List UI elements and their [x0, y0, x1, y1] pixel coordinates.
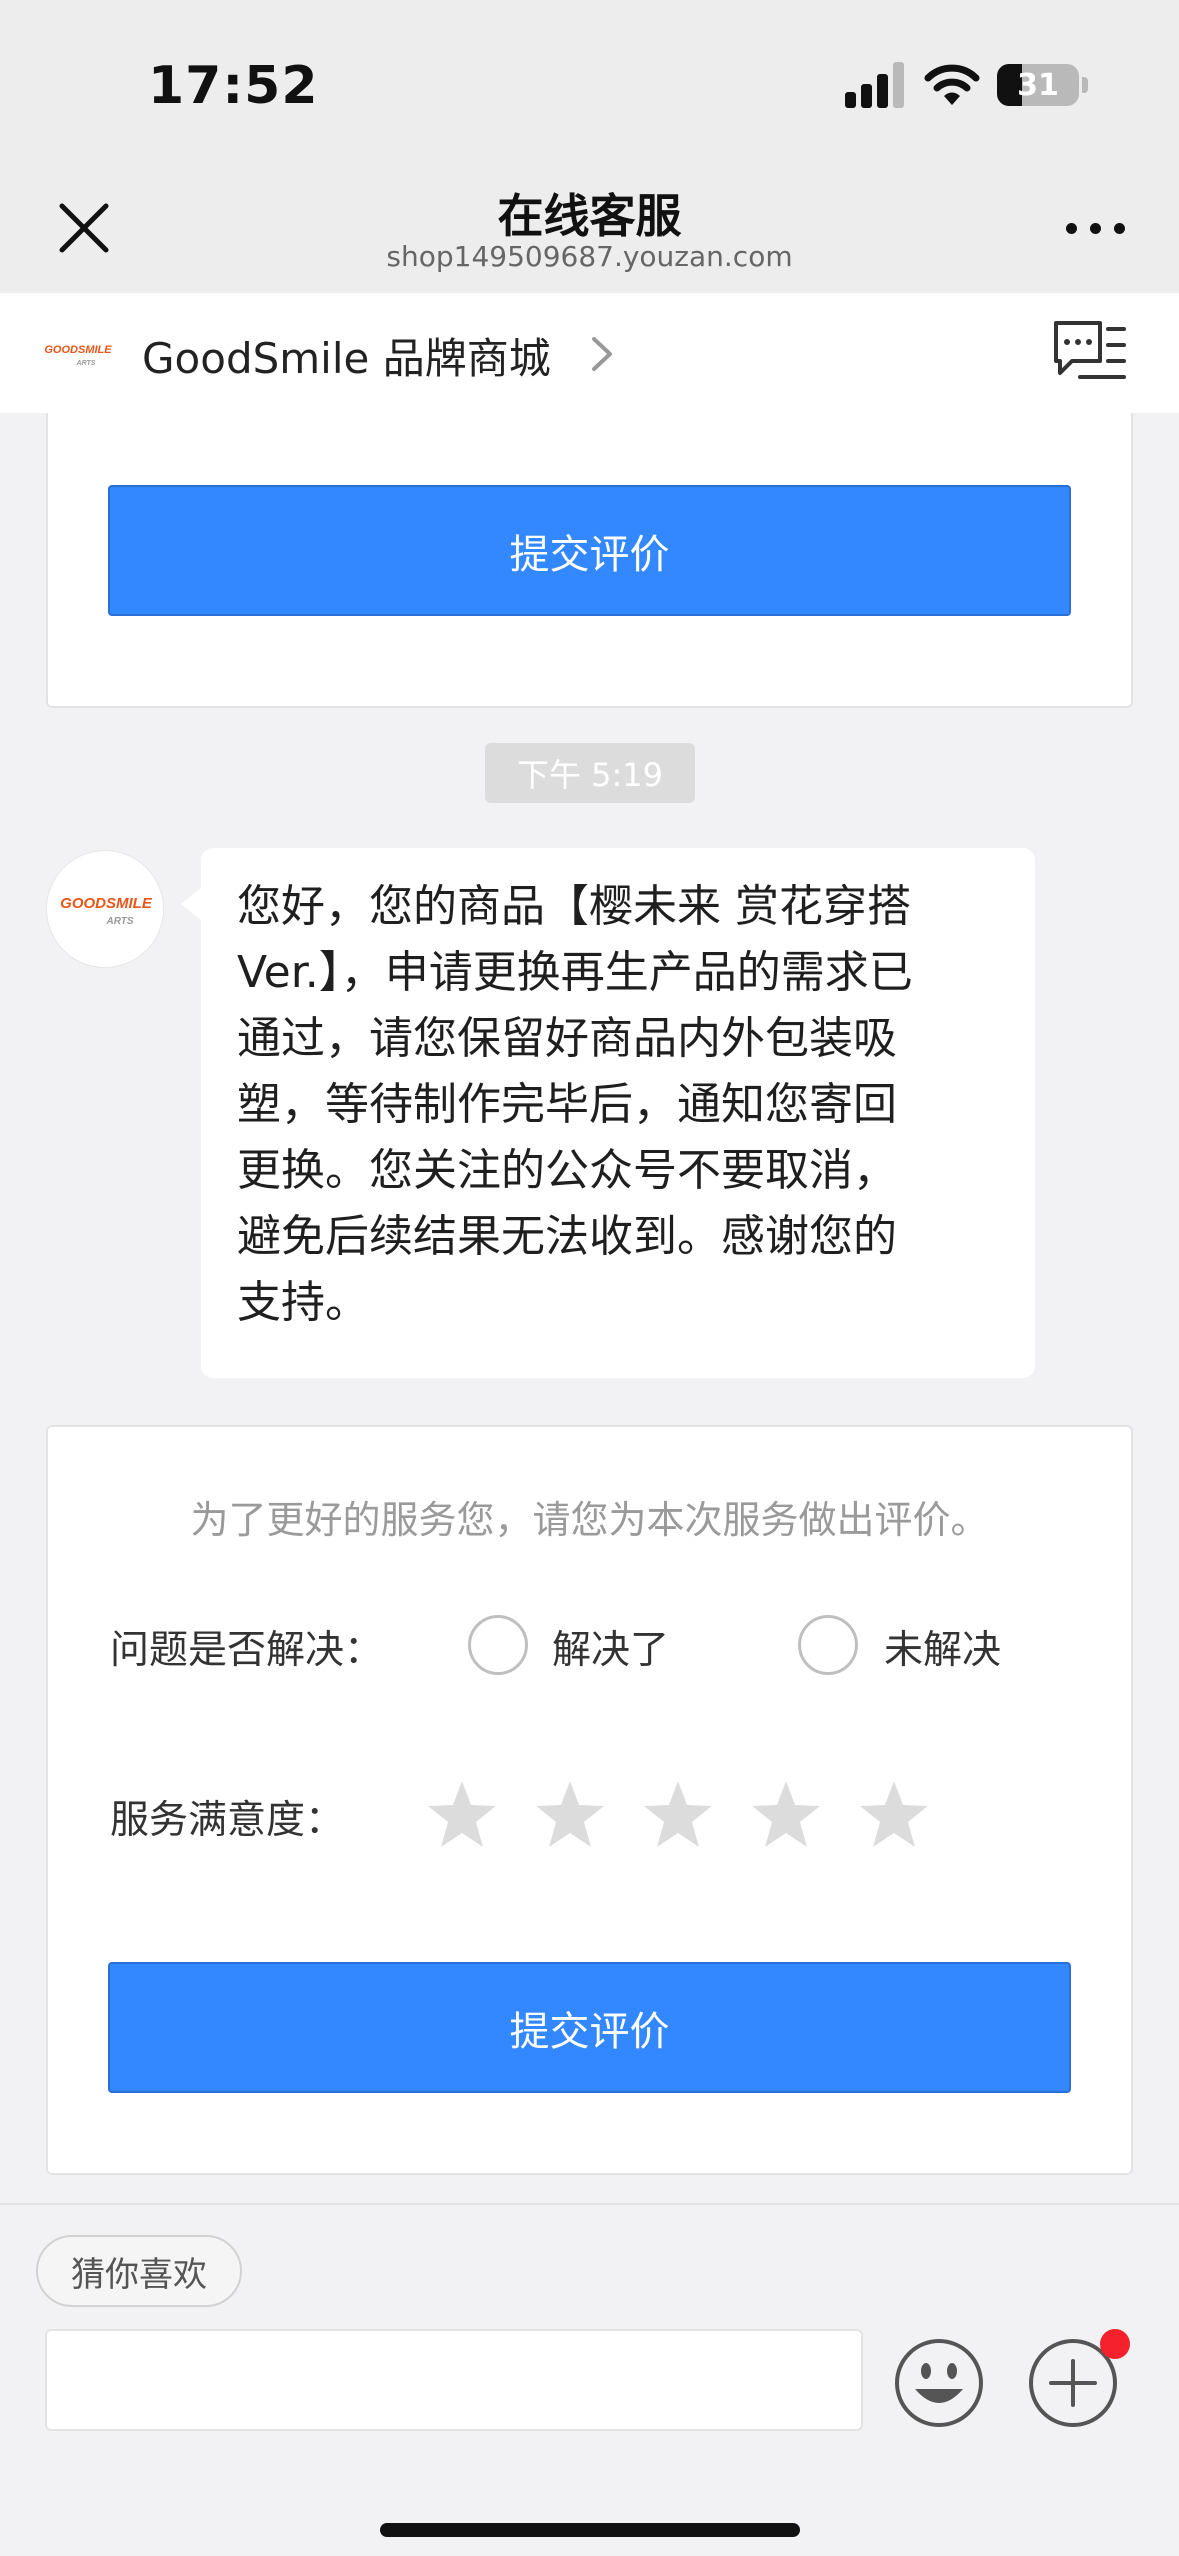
notification-dot: [1100, 2329, 1130, 2359]
shop-logo-sub: ARTS: [76, 360, 96, 367]
rating-card: 为了更好的服务您，请您为本次服务做出评价。 问题是否解决： 解决了 未解决 服务…: [46, 1425, 1133, 2175]
battery-level: 31: [1017, 68, 1059, 103]
avatar-logo-sub: ARTS: [105, 916, 133, 927]
wifi-icon: [924, 64, 980, 105]
submit-rating-button[interactable]: 提交评价: [108, 1962, 1071, 2093]
message-line: 通过，请您保留好商品内外包装吸: [237, 1013, 897, 1064]
avatar[interactable]: GOODSMILE ARTS: [46, 850, 164, 968]
status-bar: 17:52 31: [0, 0, 1179, 160]
radio-resolved-label[interactable]: 解决了: [552, 1619, 669, 1675]
page-domain: shop149509687.youzan.com: [386, 240, 793, 273]
suggestion-chip[interactable]: 猜你喜欢: [36, 2235, 242, 2307]
message-line: 避免后续结果无法收到。感谢您的: [237, 1211, 897, 1262]
star-icon[interactable]: [426, 1779, 498, 1849]
nav-bar: 在线客服 shop149509687.youzan.com: [0, 160, 1179, 293]
page-title: 在线客服: [497, 189, 682, 243]
battery-icon: 31: [997, 64, 1079, 106]
shop-header[interactable]: GOODSMILE ARTS GoodSmile 品牌商城: [0, 293, 1179, 413]
status-time: 17:52: [148, 56, 319, 116]
input-bar: 猜你喜欢: [0, 2203, 1179, 2556]
message-line: 塑，等待制作完毕后，通知您寄回: [237, 1079, 897, 1130]
resolved-label: 问题是否解决：: [110, 1628, 384, 1673]
submit-rating-button-previous[interactable]: 提交评价: [108, 485, 1071, 616]
emoji-icon[interactable]: [893, 2337, 985, 2429]
star-icon[interactable]: [858, 1779, 930, 1849]
message-list-icon[interactable]: [1050, 317, 1128, 389]
message-line: 您好，您的商品【樱未来 赏花穿搭: [237, 881, 911, 932]
avatar-logo-text: GOODSMILE: [60, 895, 153, 912]
shop-logo: GOODSMILE ARTS: [40, 315, 116, 391]
message-input[interactable]: [45, 2329, 863, 2431]
satisfaction-label: 服务满意度：: [110, 1798, 345, 1843]
rating-intro: 为了更好的服务您，请您为本次服务做出评价。: [190, 1498, 989, 1542]
chat-area[interactable]: 提交评价 下午 5:19 GOODSMILE ARTS 您好，您的商品【樱未来 …: [0, 413, 1179, 2203]
message-timestamp: 下午 5:19: [485, 743, 695, 803]
previous-rating-card: 提交评价: [46, 413, 1133, 708]
message-line: Ver.】，申请更换再生产品的需求已: [237, 947, 913, 998]
star-icon[interactable]: [750, 1779, 822, 1849]
message-line: 支持。: [237, 1277, 369, 1328]
star-icon[interactable]: [642, 1779, 714, 1849]
chevron-right-icon: [592, 337, 612, 371]
shop-name[interactable]: GoodSmile 品牌商城: [142, 325, 551, 386]
radio-unresolved-label[interactable]: 未解决: [884, 1619, 1001, 1675]
message-bubble: 您好，您的商品【樱未来 赏花穿搭 Ver.】，申请更换再生产品的需求已 通过，请…: [181, 848, 1035, 1378]
message-line: 更换。您关注的公众号不要取消，: [237, 1145, 897, 1196]
signal-icon: [845, 62, 905, 108]
home-indicator[interactable]: [380, 2523, 800, 2537]
radio-resolved[interactable]: [468, 1615, 528, 1675]
more-icon[interactable]: [1066, 218, 1126, 238]
battery-tip: [1082, 77, 1088, 93]
star-icon[interactable]: [534, 1779, 606, 1849]
shop-logo-text: GOODSMILE: [44, 344, 112, 356]
radio-unresolved[interactable]: [798, 1615, 858, 1675]
